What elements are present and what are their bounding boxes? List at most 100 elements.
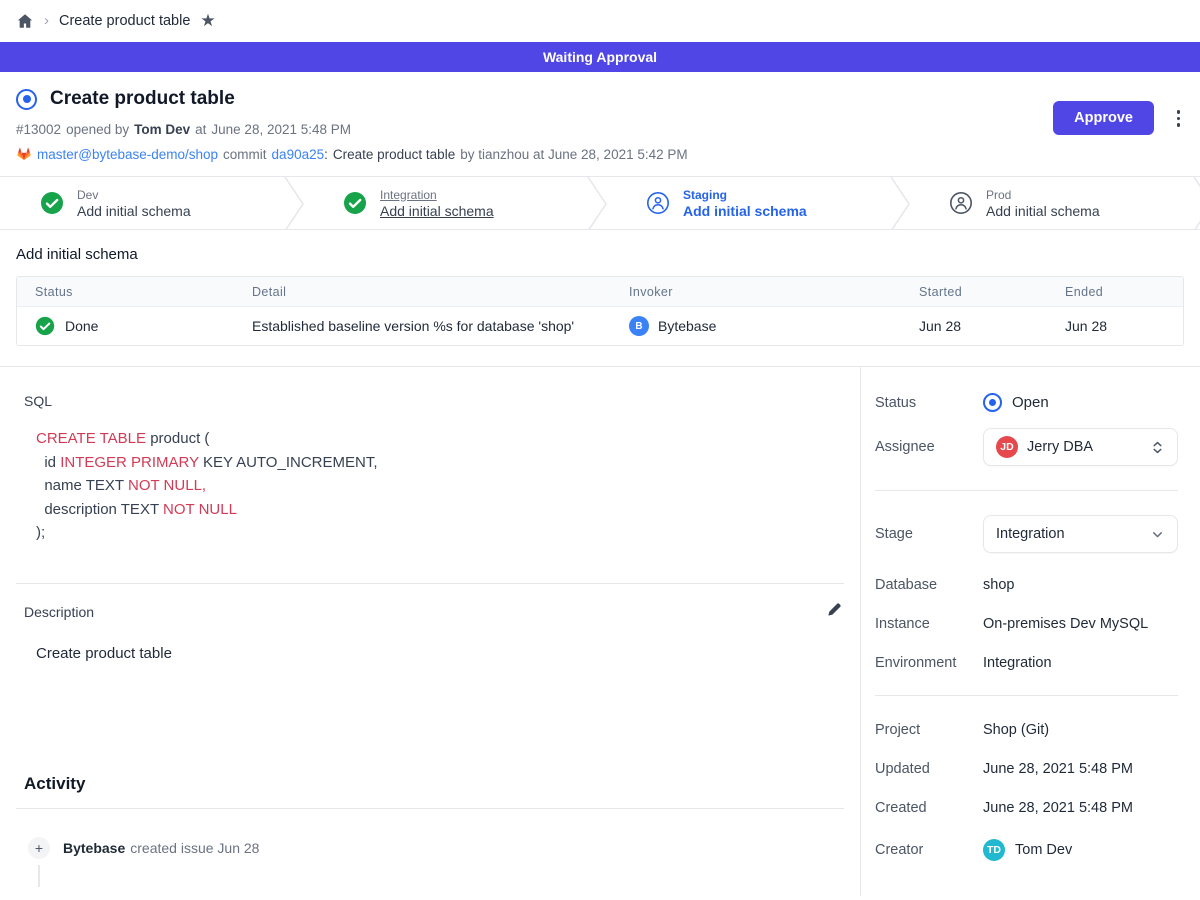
status-banner: Waiting Approval [0, 42, 1200, 72]
updated-value: June 28, 2021 5:48 PM [983, 761, 1178, 777]
assignee-avatar: JD [996, 436, 1018, 458]
sql-code-block: CREATE TABLE product ( id INTEGER PRIMAR… [36, 427, 844, 545]
issue-id: #13002 [16, 122, 61, 137]
task-status: Done [65, 318, 98, 334]
instance-value: On-premises Dev MySQL [983, 616, 1178, 632]
stage-task-label: Add initial schema [683, 203, 807, 219]
approve-button[interactable]: Approve [1053, 101, 1154, 135]
issue-opened-time: June 28, 2021 5:48 PM [211, 122, 351, 137]
activity-action: created issue Jun 28 [130, 840, 259, 856]
stage-separator [283, 177, 305, 230]
vcs-commit-message: Create product table [333, 147, 455, 162]
created-value: June 28, 2021 5:48 PM [983, 800, 1178, 816]
meta-at: at [195, 122, 206, 137]
creator-label: Creator [875, 842, 983, 858]
description-label: Description [24, 604, 94, 620]
home-icon[interactable] [16, 12, 34, 30]
updated-row: Updated June 28, 2021 5:48 PM [875, 761, 1178, 777]
stage-separator [889, 177, 911, 230]
task-table: Status Detail Invoker Started Ended Done… [16, 276, 1184, 346]
pending-user-icon [949, 191, 973, 215]
stage-prod[interactable]: Prod Add initial schema [909, 177, 1192, 229]
activity-title: Activity [24, 774, 844, 794]
divider [875, 490, 1178, 491]
pending-user-icon [646, 191, 670, 215]
assignee-label: Assignee [875, 439, 983, 455]
vcs-line: master@bytebase-demo/shop commit da90a25… [16, 146, 1184, 162]
task-detail: Established baseline version %s for data… [252, 318, 629, 334]
issue-meta: #13002 opened by Tom Dev at June 28, 202… [16, 122, 1184, 137]
stage-select[interactable]: Integration [983, 515, 1178, 553]
task-title: Add initial schema [16, 246, 1184, 263]
created-label: Created [875, 800, 983, 816]
timeline-connector [38, 865, 40, 887]
vcs-commit-link[interactable]: da90a25 [272, 147, 325, 162]
updated-label: Updated [875, 761, 983, 777]
created-row: Created June 28, 2021 5:48 PM [875, 800, 1178, 816]
chevron-down-icon [1150, 527, 1165, 542]
stage-integration[interactable]: Integration Add initial schema [303, 177, 586, 229]
task-invoker: Bytebase [658, 318, 716, 334]
vcs-colon: : [324, 147, 328, 162]
creator-avatar: TD [983, 839, 1005, 861]
task-started: Jun 28 [919, 318, 1065, 334]
breadcrumb-current[interactable]: Create product table [59, 13, 190, 29]
divider [875, 695, 1178, 696]
col-ended: Ended [1065, 285, 1183, 299]
issue-detail-panel: SQL CREATE TABLE product ( id INTEGER PR… [0, 367, 860, 896]
open-status-icon [983, 393, 1002, 412]
pipeline: Dev Add initial schema Integration Add i… [0, 176, 1200, 230]
status-row: Status Open [875, 393, 1178, 412]
meta-opened-by: opened by [66, 122, 129, 137]
issue-title: Create product table [50, 88, 235, 110]
issue-author: Tom Dev [134, 122, 190, 137]
stage-staging[interactable]: Staging Add initial schema [606, 177, 889, 229]
stage-task-label: Add initial schema [986, 203, 1100, 219]
status-value: Open [1012, 394, 1049, 411]
vcs-branch-link[interactable]: master@bytebase-demo/shop [37, 147, 218, 162]
task-ended: Jun 28 [1065, 318, 1183, 334]
instance-label: Instance [875, 616, 983, 632]
creator-value: Tom Dev [1015, 842, 1072, 858]
stage-task-label: Add initial schema [77, 203, 191, 219]
issue-open-icon [16, 89, 37, 110]
stage-dev[interactable]: Dev Add initial schema [0, 177, 283, 229]
divider [16, 808, 844, 809]
edit-pencil-icon[interactable] [824, 600, 844, 625]
breadcrumb: › Create product table ★ [0, 0, 1200, 42]
check-circle-icon [35, 316, 55, 336]
stage-separator [586, 177, 608, 230]
more-actions-icon[interactable] [1175, 108, 1183, 129]
stage-row: Stage Integration [875, 515, 1178, 553]
col-started: Started [919, 285, 1065, 299]
project-value: Shop (Git) [983, 722, 1178, 738]
project-row: Project Shop (Git) [875, 722, 1178, 738]
invoker-avatar: B [629, 316, 649, 336]
task-section: Add initial schema Status Detail Invoker… [0, 230, 1200, 366]
updown-chevron-icon [1150, 440, 1165, 455]
task-row[interactable]: Done Established baseline version %s for… [17, 307, 1183, 345]
vcs-commit-word: commit [223, 147, 267, 162]
col-detail: Detail [252, 285, 629, 299]
description-content: Create product table [36, 645, 844, 662]
chevron-right-icon: › [44, 12, 49, 29]
check-circle-icon [40, 191, 64, 215]
stage-label: Stage [875, 526, 983, 542]
status-label: Status [875, 395, 983, 411]
col-invoker: Invoker [629, 285, 919, 299]
assignee-select[interactable]: JD Jerry DBA [983, 428, 1178, 466]
project-label: Project [875, 722, 983, 738]
stage-value: Integration [996, 526, 1141, 542]
instance-row: Instance On-premises Dev MySQL [875, 616, 1178, 632]
stage-separator [1192, 177, 1200, 230]
plus-icon: + [28, 837, 50, 859]
star-icon[interactable]: ★ [200, 11, 215, 31]
creator-row: Creator TD Tom Dev [875, 839, 1178, 861]
environment-label: Environment [875, 655, 983, 671]
status-banner-text: Waiting Approval [543, 49, 657, 65]
stage-env-label: Prod [986, 188, 1100, 202]
check-circle-icon [343, 191, 367, 215]
database-row: Database shop [875, 577, 1178, 593]
stage-env-label: Dev [77, 188, 191, 202]
divider [16, 583, 844, 584]
